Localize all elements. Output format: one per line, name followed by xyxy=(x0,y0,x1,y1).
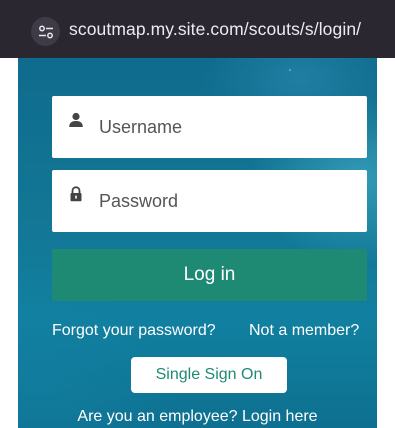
lock-icon xyxy=(70,186,82,202)
person-icon xyxy=(69,112,83,127)
site-settings-button[interactable] xyxy=(31,17,60,46)
employee-login-link[interactable]: Are you an employee? Login here xyxy=(0,408,395,426)
right-page-edge xyxy=(377,58,395,428)
not-a-member-link[interactable]: Not a member? xyxy=(249,322,359,340)
browser-address-bar[interactable]: scoutmap.my.site.com/scouts/s/login/ xyxy=(0,0,395,58)
single-sign-on-button[interactable]: Single Sign On xyxy=(131,357,287,393)
url-text[interactable]: scoutmap.my.site.com/scouts/s/login/ xyxy=(69,19,361,40)
screen: scoutmap.my.site.com/scouts/s/login/ Log… xyxy=(0,0,395,428)
left-page-edge xyxy=(0,58,18,428)
username-field[interactable] xyxy=(52,96,367,158)
password-input[interactable] xyxy=(99,170,349,232)
tune-icon xyxy=(38,25,53,38)
username-input[interactable] xyxy=(99,96,349,158)
login-button[interactable]: Log in xyxy=(52,249,367,301)
forgot-password-link[interactable]: Forgot your password? xyxy=(52,322,216,340)
password-field[interactable] xyxy=(52,170,367,232)
